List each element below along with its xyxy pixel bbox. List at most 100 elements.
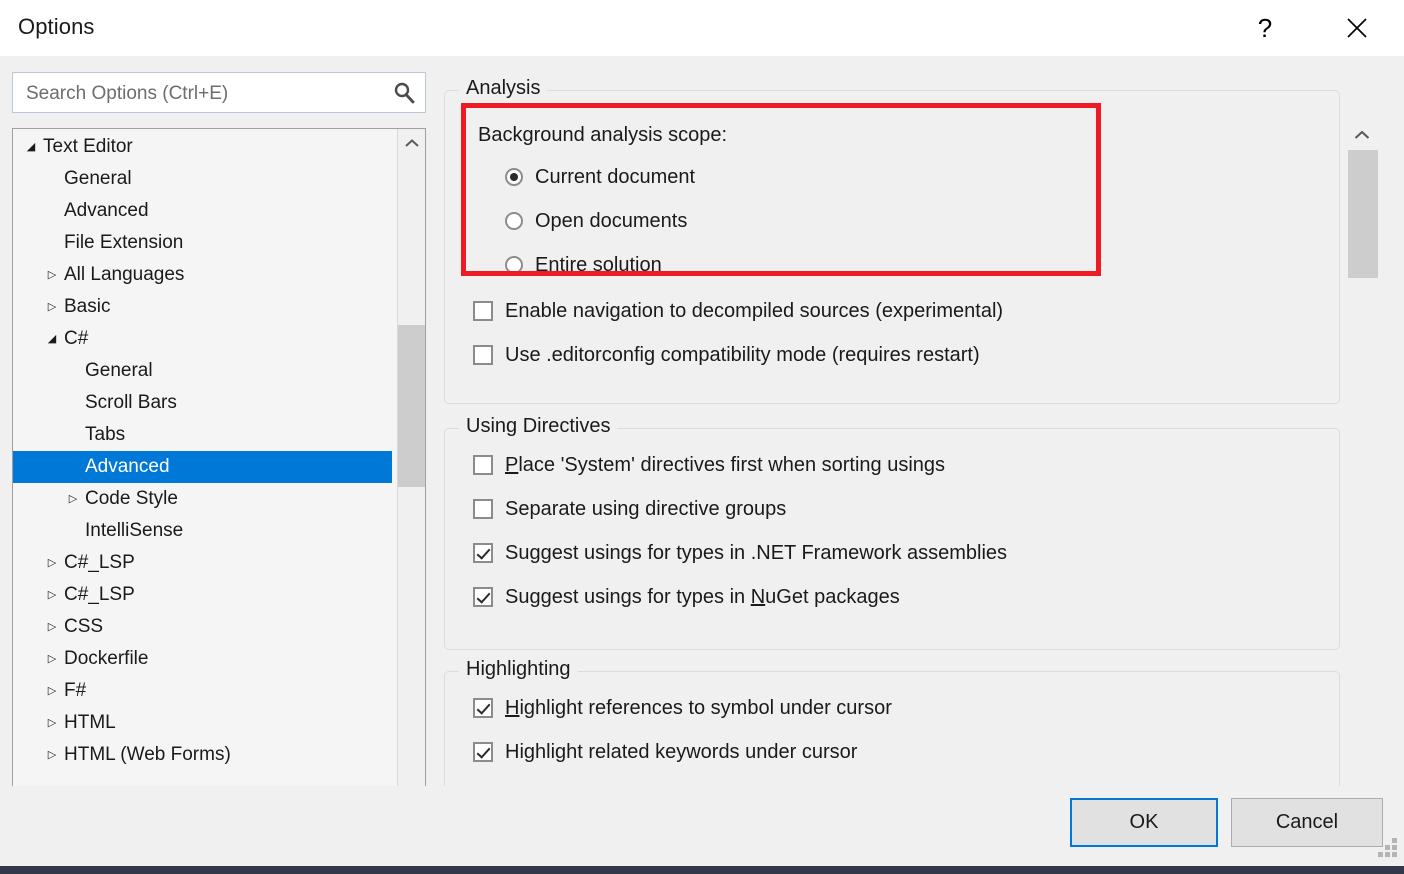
tree-item[interactable]: IntelliSense	[13, 515, 393, 547]
expander-collapsed-icon[interactable]: ▷	[65, 483, 81, 515]
expander-collapsed-icon[interactable]: ▷	[44, 611, 60, 643]
tree-item[interactable]: ▷F#	[13, 675, 393, 707]
checkbox-label: Use .editorconfig compatibility mode (re…	[505, 344, 980, 367]
options-tree[interactable]: ◢Text EditorGeneralAdvancedFile Extensio…	[13, 129, 393, 771]
tree-item-label: Tabs	[85, 424, 125, 445]
radio-current-document[interactable]: Current document	[505, 162, 695, 192]
tree-item[interactable]: ▷HTML	[13, 707, 393, 739]
radio-indicator	[505, 256, 523, 274]
checkbox-indicator	[473, 301, 493, 321]
checkbox-separate-using-directive-groups[interactable]: Separate using directive groups	[473, 494, 786, 524]
checkbox-indicator	[473, 455, 493, 475]
close-icon[interactable]	[1329, 0, 1385, 56]
checkbox-label: Suggest usings for types in NuGet packag…	[505, 586, 900, 609]
checkbox-indicator	[473, 587, 493, 607]
checkbox-suggest-usings-nuget[interactable]: Suggest usings for types in NuGet packag…	[473, 582, 900, 612]
radio-label: Open documents	[535, 210, 687, 233]
resize-grip[interactable]	[1378, 838, 1398, 858]
checkbox-label: Highlight related keywords under cursor	[505, 741, 857, 764]
expander-collapsed-icon[interactable]: ▷	[44, 259, 60, 291]
title-bar: Options ?	[0, 0, 1404, 57]
tree-item[interactable]: ▷C#_LSP	[13, 579, 393, 611]
expander-expanded-icon[interactable]: ◢	[23, 131, 39, 163]
checkbox-highlight-related-keywords[interactable]: Highlight related keywords under cursor	[473, 737, 857, 767]
tree-item[interactable]: Tabs	[13, 419, 393, 451]
checkbox-label: Separate using directive groups	[505, 498, 786, 521]
tree-item[interactable]: Advanced	[13, 195, 393, 227]
content-scrollbar[interactable]	[1346, 120, 1378, 820]
tree-item-label: File Extension	[64, 232, 183, 253]
checkbox-label: Suggest usings for types in .NET Framewo…	[505, 542, 1007, 565]
options-tree-panel: ◢Text EditorGeneralAdvancedFile Extensio…	[12, 128, 426, 820]
tree-item[interactable]: ▷HTML (Web Forms)	[13, 739, 393, 771]
radio-open-documents[interactable]: Open documents	[505, 206, 687, 236]
checkbox-label: Place 'System' directives first when sor…	[505, 454, 945, 477]
group-highlighting-title: Highlighting	[459, 658, 578, 681]
checkbox-place-system-directives-first[interactable]: Place 'System' directives first when sor…	[473, 450, 945, 480]
tree-item[interactable]: General	[13, 163, 393, 195]
tree-item[interactable]: Scroll Bars	[13, 387, 393, 419]
tree-item[interactable]: General	[13, 355, 393, 387]
group-using-directives-title: Using Directives	[459, 415, 617, 438]
expander-collapsed-icon[interactable]: ▷	[44, 579, 60, 611]
tree-item-label: C#	[64, 328, 88, 349]
tree-scrollbar-thumb[interactable]	[398, 325, 425, 487]
ok-button[interactable]: OK	[1070, 798, 1218, 847]
expander-collapsed-icon[interactable]: ▷	[44, 707, 60, 739]
tree-item-label: General	[85, 360, 153, 381]
tree-item-label: F#	[64, 680, 86, 701]
tree-item-label: IntelliSense	[85, 520, 183, 541]
expander-collapsed-icon[interactable]: ▷	[44, 739, 60, 771]
help-icon[interactable]: ?	[1237, 0, 1293, 56]
tree-item-label: Dockerfile	[64, 648, 148, 669]
search-box[interactable]	[12, 72, 426, 113]
tree-item[interactable]: ▷Code Style	[13, 483, 393, 515]
tree-item-label: Advanced	[64, 200, 149, 221]
search-input[interactable]	[24, 73, 378, 114]
expander-collapsed-icon[interactable]: ▷	[44, 643, 60, 675]
tree-item-label: Text Editor	[43, 136, 133, 157]
checkbox-label: Highlight references to symbol under cur…	[505, 697, 892, 720]
search-icon[interactable]	[392, 81, 416, 105]
tree-item[interactable]: ◢Text Editor	[13, 131, 393, 163]
dialog-body: ◢Text EditorGeneralAdvancedFile Extensio…	[0, 56, 1404, 786]
radio-entire-solution[interactable]: Entire solution	[505, 250, 662, 280]
access-key: N	[751, 586, 765, 608]
tree-item[interactable]: ▷Dockerfile	[13, 643, 393, 675]
radio-label: Current document	[535, 166, 695, 189]
options-dialog: Options ? ◢Text EditorGeneralAdvance	[0, 0, 1404, 874]
cancel-button[interactable]: Cancel	[1231, 798, 1383, 847]
tree-item-label: C#_LSP	[64, 552, 135, 573]
tree-item[interactable]: ▷All Languages	[13, 259, 393, 291]
expander-collapsed-icon[interactable]: ▷	[44, 675, 60, 707]
expander-expanded-icon[interactable]: ◢	[44, 323, 60, 355]
tree-item-label: General	[64, 168, 132, 189]
tree-item[interactable]: File Extension	[13, 227, 393, 259]
chevron-up-icon[interactable]	[398, 129, 425, 157]
checkbox-editorconfig-compatibility-mode[interactable]: Use .editorconfig compatibility mode (re…	[473, 340, 980, 370]
tree-scrollbar[interactable]	[397, 129, 425, 819]
checkbox-indicator	[473, 543, 493, 563]
tree-item[interactable]: Advanced	[13, 451, 392, 483]
tree-item-label: HTML	[64, 712, 116, 733]
checkbox-highlight-references-symbol[interactable]: Highlight references to symbol under cur…	[473, 693, 892, 723]
expander-collapsed-icon[interactable]: ▷	[44, 547, 60, 579]
expander-collapsed-icon[interactable]: ▷	[44, 291, 60, 323]
checkbox-suggest-usings-net-framework[interactable]: Suggest usings for types in .NET Framewo…	[473, 538, 1007, 568]
page-title: Options	[18, 14, 95, 40]
tree-item[interactable]: ◢C#	[13, 323, 393, 355]
checkbox-indicator	[473, 698, 493, 718]
tree-item[interactable]: ▷CSS	[13, 611, 393, 643]
tree-item[interactable]: ▷Basic	[13, 291, 393, 323]
tree-item-label: Scroll Bars	[85, 392, 177, 413]
content-scrollbar-thumb[interactable]	[1348, 150, 1378, 278]
checkbox-enable-navigation-decompiled-sources[interactable]: Enable navigation to decompiled sources …	[473, 296, 1003, 326]
access-key: H	[505, 697, 519, 719]
tree-item[interactable]: ▷C#_LSP	[13, 547, 393, 579]
radio-label: Entire solution	[535, 254, 662, 277]
tree-item-label: C#_LSP	[64, 584, 135, 605]
tree-item-label: Code Style	[85, 488, 178, 509]
tree-item-label: HTML (Web Forms)	[64, 744, 231, 765]
access-key: P	[505, 454, 518, 476]
chevron-up-icon[interactable]	[1346, 120, 1378, 150]
